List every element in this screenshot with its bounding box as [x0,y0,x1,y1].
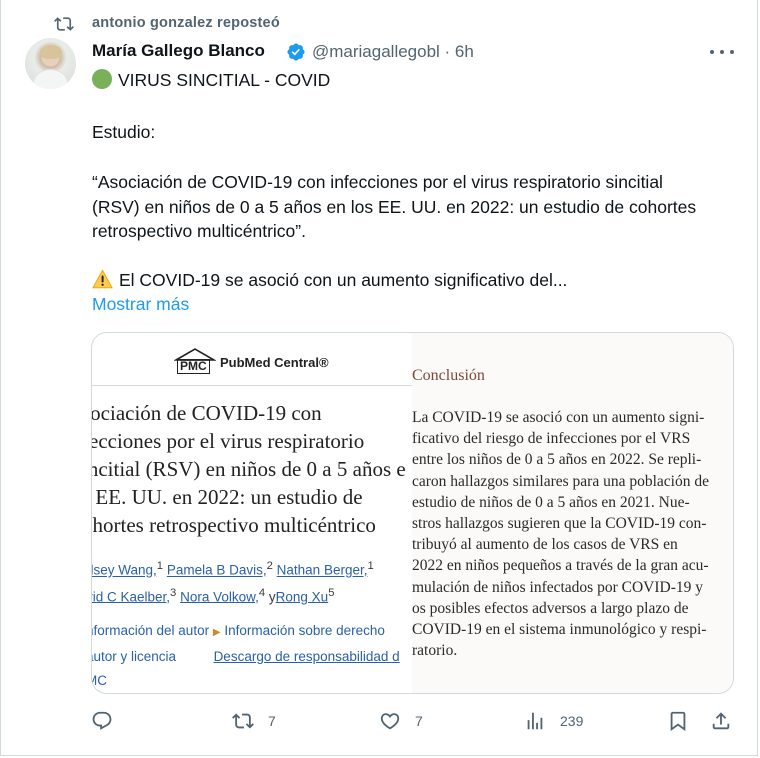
repost-count: 7 [268,713,276,729]
article-title-line: incitial (RSV) en niños de 0 a 5 años e [92,457,406,481]
info-link: MC [92,673,107,688]
conclusion-line: ficativo del riesgo de infecciones por e… [412,430,691,448]
more-icon[interactable] [710,42,734,62]
conclusion-line: mulación de niños infectados por COVID-1… [412,578,703,596]
post-p2-line-2: (RSV) en niños de 0 a 5 años en los EE. … [92,196,697,217]
like-button[interactable]: 7 [379,710,423,732]
share-button[interactable] [710,710,732,732]
conclusion-body: La COVID-19 se asoció con un aumento sig… [412,407,733,661]
warning-icon [92,269,113,289]
conclusion-line: caron hallazgos similares para una pobla… [412,472,709,490]
conclusion-line: estudio de niños de 0 a 5 años en 2021. … [412,493,690,511]
info-link: autor y licencia [92,649,177,664]
conclusion-line: COVID-19 en el sistema inmunológico y re… [412,621,707,639]
author-sup: 2 [266,560,273,572]
post-topic-line: VIRUS SINCITIAL - COVID [92,68,732,93]
conclusion-line: stros hallazgos sugieren que la COVID-19… [412,515,707,533]
repost-icon [232,713,254,729]
article-title-line: fecciones por el virus respiratorio [92,429,365,453]
post-paragraph-3: El COVID-19 se asoció con un aumento sig… [92,268,732,293]
pmc-logo: PMC PubMed Central® [174,347,329,377]
author-sup: 4 [258,586,266,599]
info-link: Descargo de responsabilidad d [213,649,400,664]
avatar[interactable] [25,38,76,89]
views-icon [527,712,543,730]
conclusion-line: entre los niños de 0 a 5 años en 2022. S… [412,451,702,469]
like-icon [380,713,400,730]
conclusion-line: 2022 en niños pequeños a través de la gr… [412,557,709,575]
author-sup: 5 [328,586,335,599]
author-name[interactable]: María Gallego Blanco [92,41,265,61]
like-count: 7 [415,713,423,729]
post-paragraph-1: Estudio: [92,122,156,142]
repost-icon [54,17,74,31]
post-p2-line-3: retrospectivo multicéntrico”. [92,221,306,241]
article-authors: dsey Wang,1 Pamela B Davis,2 Nathan Berg… [92,555,374,608]
media-card[interactable]: PMC PubMed Central® sociación de COVID-1… [91,332,734,694]
repost-label[interactable]: antonio gonzalez reposteó [92,15,280,31]
article-title-line: sociación de COVID-19 con [92,401,322,425]
author-link: Rong Xu [275,589,329,604]
conclusion-line: os posibles efectos adversos a largo pla… [412,599,689,617]
green-circle-icon [92,69,112,89]
author-handle[interactable]: @mariagallegobl · 6h [312,42,474,62]
author-link: Nora Volkow, [180,589,259,604]
post-paragraph-2: “Asociación de COVID-19 con infecciones … [92,170,732,244]
divider [92,385,412,386]
views-button[interactable]: 239 [524,710,583,732]
author-conjunction: y [268,589,276,604]
conclusion-line: ratorio. [412,642,458,660]
views-count: 239 [560,713,584,729]
article-title: sociación de COVID-19 con fecciones por … [92,399,412,539]
pmc-name: PubMed Central® [220,354,329,370]
pmc-badge: PMC [177,359,210,374]
author-link: vid C Kaelber, [92,589,171,604]
conclusion-line: La COVID-19 se asoció con un aumento sig… [412,409,705,426]
post-p3-text: El COVID-19 se asoció con un aumento sig… [119,270,568,290]
author-sup: 1 [367,560,374,572]
conclusion-title: Conclusión [412,367,485,384]
share-icon [712,712,730,730]
verified-badge-icon [287,43,305,61]
action-bar: 7 7 239 [0,706,760,740]
repost-button[interactable]: 7 [232,710,276,732]
info-link: Información sobre derecho [224,623,385,638]
author-sup: 3 [170,586,177,599]
article-title-line: ohortes retrospectivo multicéntrico [92,513,376,537]
media-image-left[interactable]: PMC PubMed Central® sociación de COVID-1… [92,333,412,693]
reply-icon [92,711,112,730]
post-p2-line-1: “Asociación de COVID-19 con infecciones … [92,172,663,192]
info-link: nformación del autor [92,623,210,638]
reply-button[interactable] [91,710,113,732]
show-more-link[interactable]: Mostrar más [92,294,189,315]
post-topic: VIRUS SINCITIAL - COVID [118,70,331,90]
author-link: dsey Wang, [92,562,157,578]
conclusion-line: tribuyó al aumento de los casos de VRS e… [412,536,678,554]
author-sup: 1 [156,560,164,572]
author-link: Nathan Berger, [276,562,368,578]
author-link: Pamela B Davis, [166,562,267,578]
article-info: nformación del autor ▶ Información sobre… [92,619,400,693]
arrow-right-icon: ▶ [212,627,221,638]
media-image-right[interactable]: Conclusión La COVID-19 se asoció con un … [412,333,733,693]
bookmark-button[interactable] [667,710,689,732]
bookmark-icon [670,711,686,732]
article-title-line: s EE. UU. en 2022: un estudio de [92,485,363,509]
